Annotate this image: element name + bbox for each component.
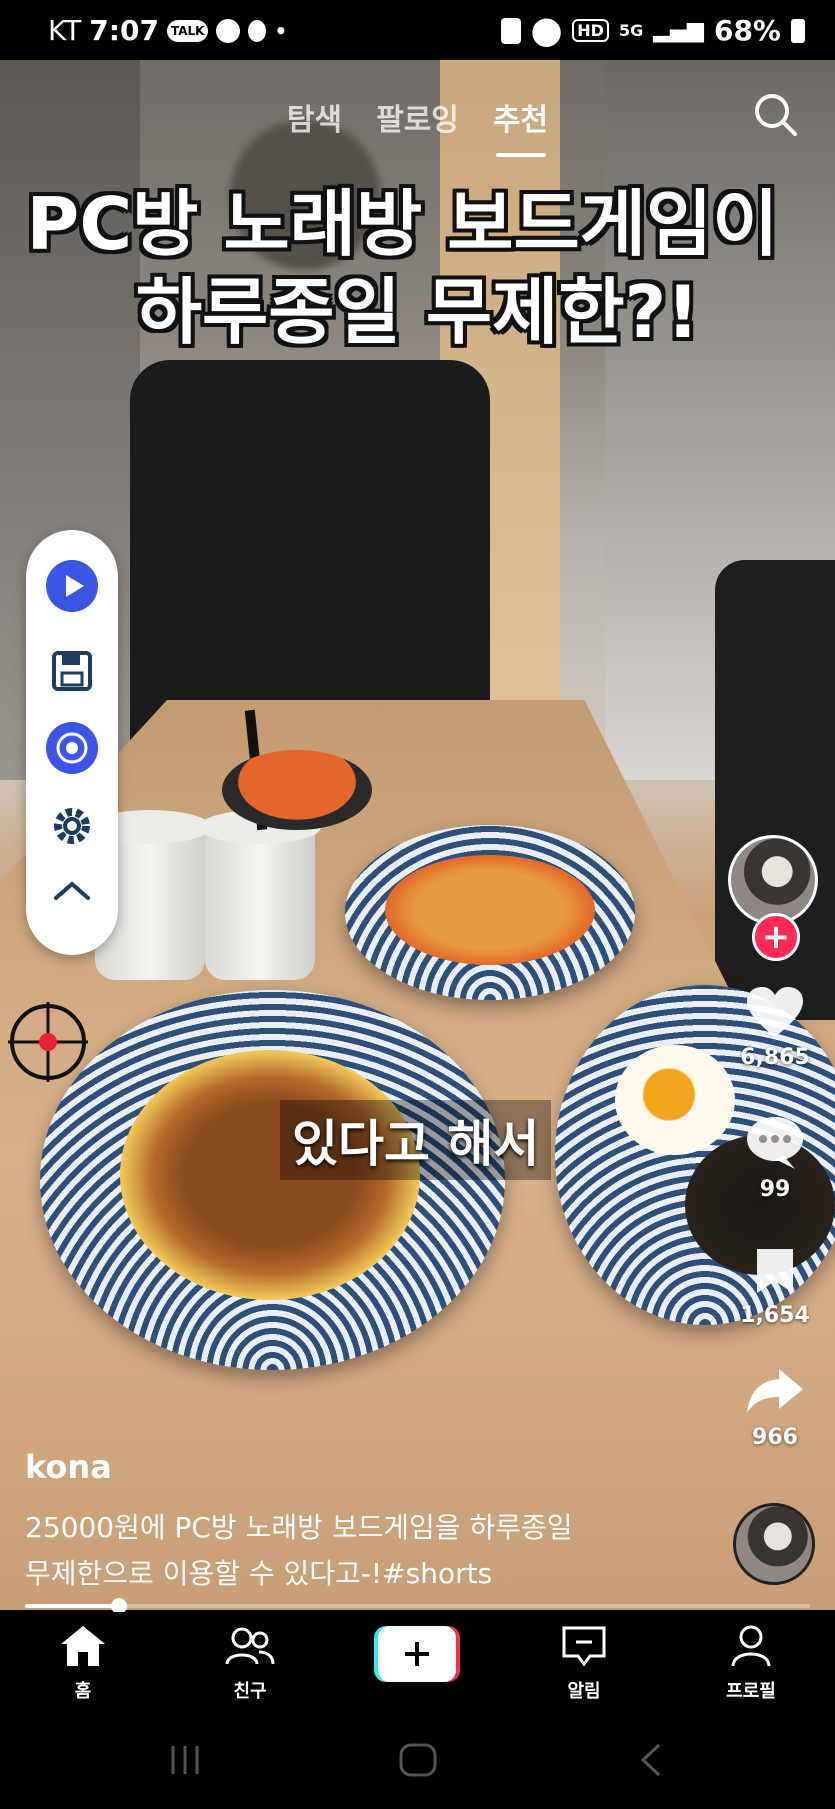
comment-action[interactable]: 99 — [725, 1115, 825, 1202]
floating-tool-panel — [26, 530, 118, 955]
tab-for-you[interactable]: 추천 — [493, 95, 548, 139]
search-icon[interactable] — [753, 92, 797, 136]
video-subtitle: 있다고 해서 — [280, 1100, 552, 1180]
comment-count: 99 — [759, 1177, 791, 1202]
home-icon — [61, 1626, 105, 1666]
status-bar: KT 7:07 TALK • ⬤ HD 5G ▂▄▆ 68% — [0, 0, 835, 60]
follow-button[interactable]: + — [752, 913, 800, 961]
recents-icon[interactable] — [165, 1742, 205, 1778]
nav-profile-label: 프로필 — [726, 1681, 776, 1702]
small-bowl — [222, 750, 372, 830]
rabbit-icon — [248, 19, 267, 42]
music-disc[interactable] — [733, 1503, 815, 1585]
location-icon: ⬤ — [530, 14, 563, 47]
crosshair-icon[interactable] — [8, 1002, 88, 1082]
chevron-up-icon[interactable] — [46, 865, 98, 917]
nav-friends-label: 친구 — [233, 1681, 267, 1702]
time: 7:07 — [89, 14, 159, 47]
cup — [199, 709, 321, 980]
bookmark-count: 1,654 — [740, 1303, 810, 1328]
friends-icon — [225, 1627, 275, 1665]
bowl-ramen — [345, 825, 635, 1000]
nav-inbox[interactable]: 알림 — [529, 1624, 639, 1703]
nav-inbox-label: 알림 — [567, 1681, 601, 1702]
touch-icon[interactable] — [46, 722, 98, 774]
nav-friends[interactable]: 친구 — [195, 1624, 305, 1703]
inbox-icon — [562, 1626, 606, 1667]
video-caption: PC방 노래방 보드게임이 하루종일 무제한?! — [0, 180, 835, 356]
video-progress-bar[interactable] — [25, 1598, 810, 1614]
signal-icon: ▂▄▆ — [653, 18, 704, 43]
create-button[interactable] — [374, 1626, 460, 1682]
description-line-1: 25000원에 PC방 노래방 보드게임을 하루종일 — [25, 1511, 573, 1544]
notification-icon — [216, 18, 241, 43]
caption-line-2: 하루종일 무제한?! — [135, 270, 700, 354]
heart-icon[interactable] — [745, 985, 805, 1039]
gear-icon[interactable] — [46, 800, 98, 852]
share-icon[interactable] — [745, 1363, 805, 1419]
progress-fill — [25, 1604, 120, 1608]
status-left: KT 7:07 TALK • — [48, 14, 287, 47]
plus-icon — [374, 1626, 460, 1682]
creator-avatar[interactable] — [728, 835, 818, 925]
post-description[interactable]: 25000원에 PC방 노래방 보드게임을 하루종일 무제한으로 이용할 수 있… — [25, 1505, 625, 1597]
kakaotalk-icon: TALK — [166, 19, 209, 42]
system-nav-bar — [0, 1708, 835, 1809]
nav-profile[interactable]: 프로필 — [696, 1624, 806, 1703]
tab-following[interactable]: 팔로잉 — [376, 95, 459, 139]
hd-icon: HD — [572, 19, 609, 42]
save-icon[interactable] — [46, 645, 98, 697]
caption-line-1: PC방 노래방 보드게임이 — [26, 182, 779, 266]
bowl-katsu — [40, 990, 505, 1370]
nav-home[interactable]: 홈 — [28, 1624, 138, 1703]
share-action[interactable]: 966 — [725, 1363, 825, 1450]
bookmark-icon[interactable] — [753, 1245, 797, 1297]
author-name[interactable]: kona — [25, 1448, 112, 1486]
bottom-nav: 홈 친구 알림 프로필 — [0, 1612, 835, 1708]
status-right: ⬤ HD 5G ▂▄▆ 68% — [500, 14, 805, 47]
tab-explore[interactable]: 탐색 — [287, 95, 342, 139]
home-system-icon[interactable] — [398, 1742, 438, 1778]
more-dot-icon: • — [274, 18, 288, 43]
battery-icon — [791, 18, 805, 43]
bookmark-action[interactable]: 1,654 — [725, 1245, 825, 1328]
like-action[interactable]: 6,865 — [725, 985, 825, 1070]
carrier: KT — [48, 14, 82, 47]
play-icon[interactable] — [46, 560, 98, 612]
top-tabs: 탐색 팔로잉 추천 — [0, 95, 835, 139]
like-count: 6,865 — [740, 1045, 810, 1070]
description-line-2: 무제한으로 이용할 수 있다고-!#shorts — [25, 1557, 493, 1590]
comment-icon[interactable] — [745, 1115, 805, 1171]
battery-saver-icon — [500, 17, 521, 44]
nav-home-label: 홈 — [74, 1681, 92, 1702]
back-icon[interactable] — [635, 1742, 665, 1778]
profile-icon — [731, 1625, 771, 1667]
battery-text: 68% — [713, 14, 781, 47]
network-icon: 5G — [618, 21, 644, 40]
share-count: 966 — [752, 1425, 798, 1450]
